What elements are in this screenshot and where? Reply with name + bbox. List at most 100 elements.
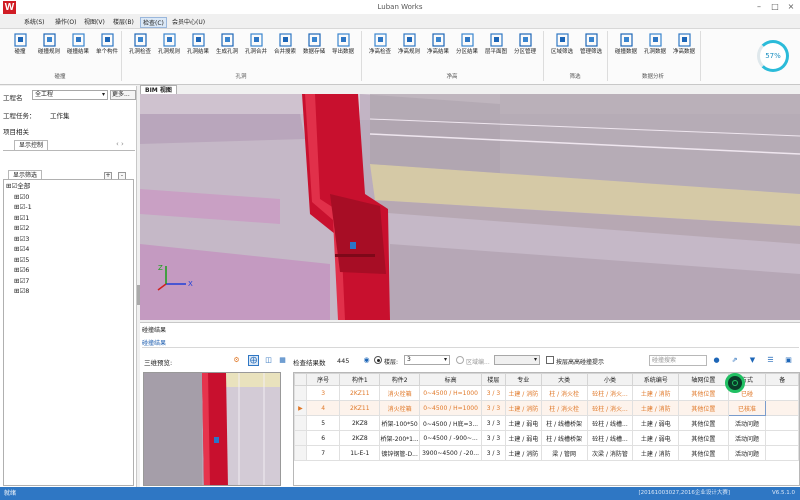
table-row[interactable]: 5 2KZ8 桥架-100*50 0~4500 / H底=3... 3 / 3 土建 / … [294, 415, 799, 431]
tree-item[interactable]: ⊞☑8 [14, 286, 29, 296]
ribbon-button[interactable]: 区域筛选 [546, 32, 578, 68]
collision-marker-icon[interactable] [725, 373, 745, 393]
column-header[interactable]: 标高 [419, 373, 483, 386]
ribbon-button[interactable]: 数据存储 [298, 32, 330, 68]
menu-system[interactable]: 系统(S) [22, 17, 47, 28]
copy-icon[interactable]: ◫ [264, 356, 273, 365]
chevron-down-icon: ▾ [533, 356, 537, 363]
ribbon-button[interactable]: 孔洞规则 [153, 32, 185, 68]
column-header[interactable]: 楼层 [481, 373, 506, 386]
radio-floor[interactable] [374, 356, 382, 364]
ribbon-button[interactable]: 孔洞结果 [182, 32, 214, 68]
table-cell-mode[interactable]: 活动问题 [727, 445, 767, 461]
ribbon-icon [555, 32, 570, 48]
ribbon-button[interactable]: 合并搜索 [269, 32, 301, 68]
ribbon-button[interactable]: 净高结果 [422, 32, 454, 68]
preview-label: 三维预览: [144, 359, 173, 367]
column-header[interactable]: 小类 [586, 373, 634, 386]
area-select[interactable]: ▾ [494, 355, 540, 365]
column-header[interactable]: 轴网位置 [678, 373, 729, 386]
column-header[interactable]: 构件1 [339, 373, 381, 386]
tree-item[interactable]: ⊞☑5 [14, 255, 29, 265]
table-cell-mode[interactable]: 活动问题 [727, 415, 767, 431]
menu-check[interactable]: 检查(C) [140, 17, 167, 28]
three-d-preview[interactable] [143, 372, 281, 486]
ribbon-button[interactable]: 碰撞规则 [33, 32, 65, 68]
menu-view[interactable]: 视图(V) [82, 17, 107, 28]
menu-operate[interactable]: 操作(O) [53, 17, 78, 28]
tree-item[interactable]: ⊞☑4 [14, 244, 29, 254]
table-row[interactable]: ▶ 4 2KZ11 消火栓箱 0~4500 / H=1000 3 / 3 土建 / 消防柱 … [294, 400, 799, 416]
settings-icon[interactable]: ⚙ [232, 356, 241, 365]
column-header[interactable]: 备 [765, 373, 799, 386]
ribbon-button[interactable]: 管理筛选 [575, 32, 607, 68]
ribbon-button[interactable]: 导出数据 [327, 32, 359, 68]
app-logo[interactable]: W [3, 1, 16, 14]
column-header[interactable]: 大类 [540, 373, 588, 386]
height-checkbox-label: 按层高高碰撞提示 [556, 359, 605, 366]
ribbon-button-label: 分区结果 [455, 49, 478, 55]
bim-viewport[interactable]: X Z [140, 94, 800, 320]
ribbon-group-label: 净高 [446, 74, 458, 80]
ribbon-button[interactable]: 净高数据 [668, 32, 700, 68]
save-icon[interactable]: ▣ [784, 356, 793, 365]
export-icon[interactable]: ⇗ [730, 356, 739, 365]
tree-item[interactable]: ⊞☑0 [14, 192, 29, 202]
filter-icon[interactable]: ▼ [748, 356, 757, 365]
more-button[interactable]: 更多... [110, 90, 136, 100]
ribbon-button[interactable]: 碰撞 [4, 32, 36, 68]
table-row[interactable]: 6 2KZ8 桥架-200*1... 0~4500 / -900~... 3 / 3 土建… [294, 430, 799, 446]
tree-item[interactable]: ⊞☑全部 [6, 181, 30, 191]
ribbon-button[interactable]: 净高规则 [393, 32, 425, 68]
tree-item[interactable]: ⊞☑1 [14, 213, 29, 223]
ribbon-button[interactable]: 分区管理 [509, 32, 541, 68]
column-header[interactable]: 构件2 [379, 373, 421, 386]
menu-floor[interactable]: 楼层(B) [111, 17, 136, 28]
ribbon-button[interactable]: 孔洞合并 [240, 32, 272, 68]
table-row[interactable]: 3 2KZ11 消火栓箱 0~4500 / H=1000 3 / 3 土建 / 消防柱 /… [294, 385, 799, 401]
tree-item[interactable]: ⊞☑3 [14, 234, 29, 244]
column-header[interactable]: 专业 [504, 373, 542, 386]
column-header[interactable]: 序号 [305, 373, 341, 386]
tree-item-label: 8 [25, 287, 30, 295]
ribbon-button[interactable]: 分区结果 [451, 32, 483, 68]
tree-item[interactable]: ⊞☑6 [14, 265, 29, 275]
ribbon-button[interactable]: 碰撞数据 [610, 32, 642, 68]
status-build: [20161003027,2016企业设计大赛] [638, 490, 730, 496]
radio-area[interactable] [456, 356, 464, 364]
collision-search-input[interactable]: 碰撞搜索 [649, 355, 707, 366]
ribbon-button[interactable]: 生成孔洞 [211, 32, 243, 68]
ribbon-icon [278, 32, 293, 48]
fit-view-icon[interactable]: ⨁ [248, 355, 259, 366]
tree-item-label: 2 [25, 224, 30, 232]
eye-icon[interactable]: ◉ [362, 356, 371, 365]
maximize-icon[interactable]: □ [768, 2, 782, 12]
ribbon-button[interactable]: 层平面图 [480, 32, 512, 68]
tree-item[interactable]: ⊞☑-1 [14, 202, 32, 212]
grid-icon[interactable]: ▦ [278, 356, 287, 365]
ribbon-button[interactable]: 净高检查 [364, 32, 396, 68]
list-icon[interactable]: ☰ [766, 356, 775, 365]
close-icon[interactable]: × [784, 2, 798, 12]
result-count-label: 检查结果数 [293, 359, 326, 367]
tree-item[interactable]: ⊞☑7 [14, 276, 29, 286]
ribbon-button[interactable]: 孔洞检查 [124, 32, 156, 68]
height-checkbox[interactable] [546, 356, 554, 364]
tree-item[interactable]: ⊞☑2 [14, 223, 29, 233]
ribbon-button[interactable]: 碰撞结果 [62, 32, 94, 68]
location-icon[interactable]: ● [712, 356, 721, 365]
column-header[interactable]: 系统编号 [632, 373, 680, 386]
table-cell-major: 土建 / 消防 [504, 385, 542, 401]
minimize-icon[interactable]: – [752, 2, 766, 12]
collision-result-table: 序号 构件1 构件2 标高 楼层 专业 大类 小类 系统编号 轴网位置 方式备 3 2KZ11 消火栓箱… [293, 372, 800, 486]
ribbon-button[interactable]: 单个构件 [91, 32, 123, 68]
ribbon-button[interactable]: 孔洞数据 [639, 32, 671, 68]
menu-member[interactable]: 会员中心(U) [170, 17, 207, 28]
floor-select[interactable]: 3 ▾ [404, 355, 450, 365]
tab-display-control[interactable]: 显示控制 [14, 140, 49, 150]
table-cell-mode[interactable]: 活动问题 [727, 430, 767, 446]
table-cell-mode[interactable]: 已核准 [727, 400, 767, 416]
project-select[interactable]: 全工程 ▾ [32, 90, 108, 100]
pin-icon[interactable]: ‹ › [116, 140, 124, 148]
table-row[interactable]: 7 1L-E-1 镀锌钢管-D... 3900~4500 / -20... 3 / 3土… [294, 445, 799, 461]
